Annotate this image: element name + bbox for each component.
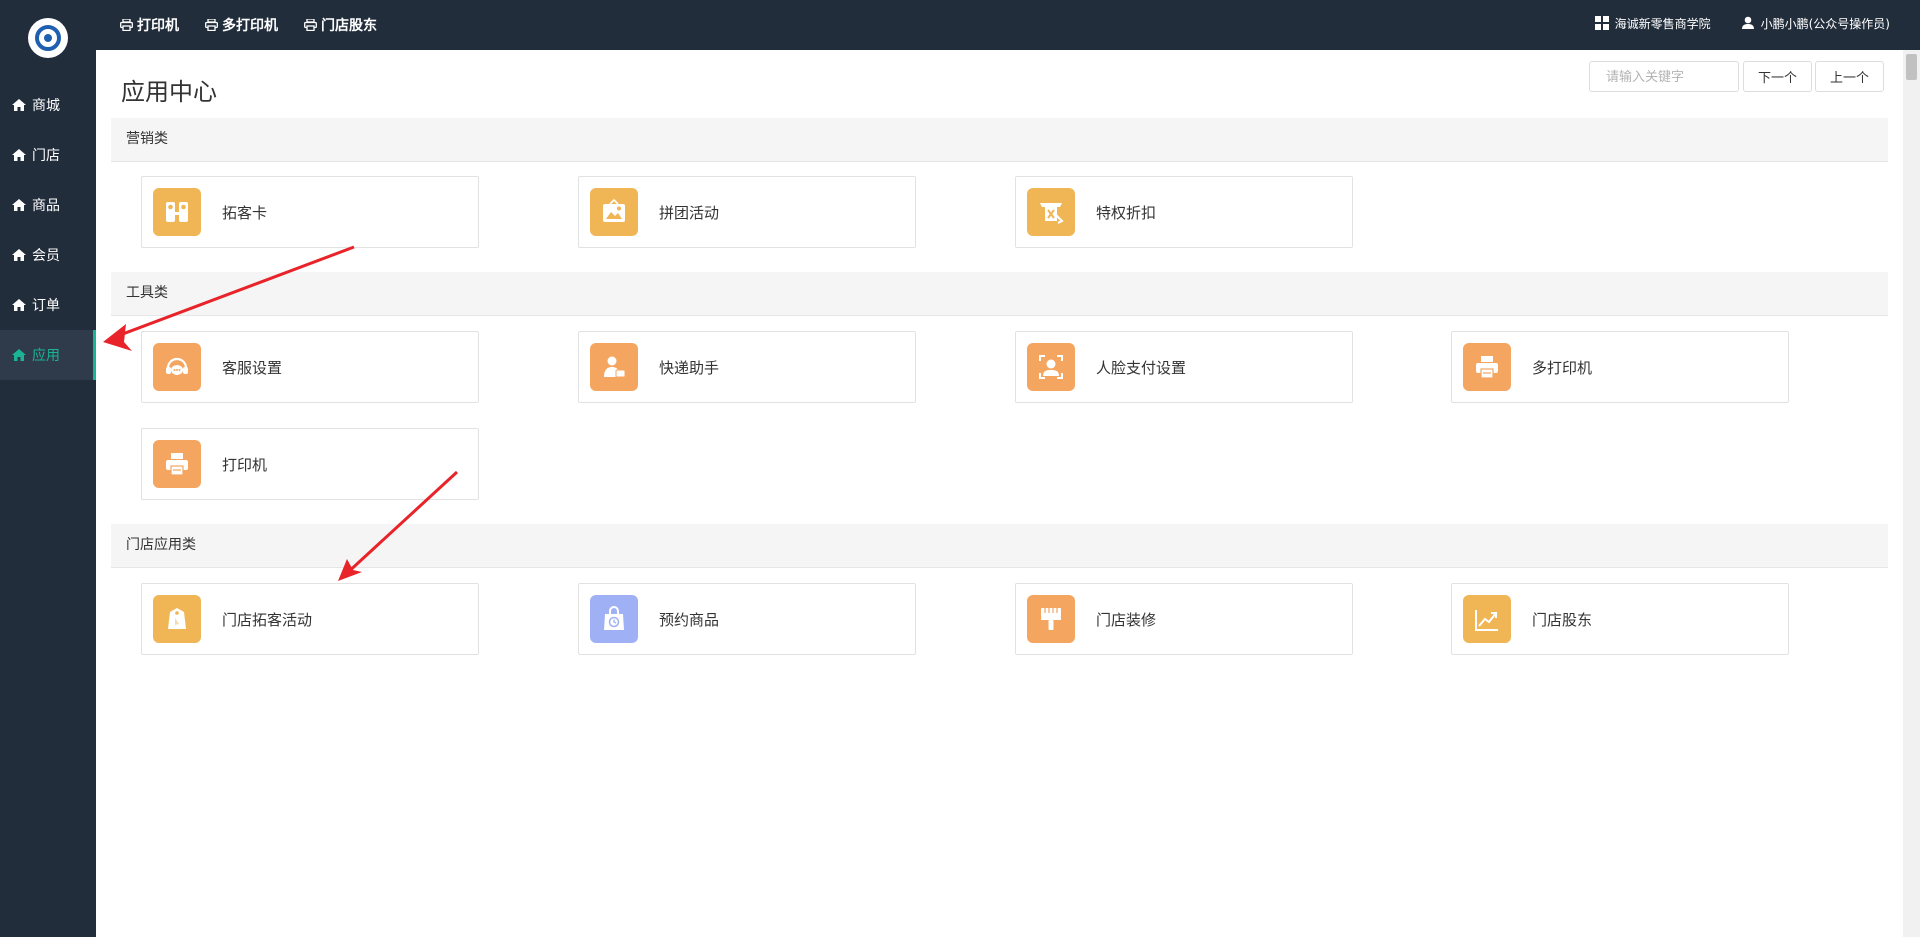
grid-icon: [1594, 16, 1609, 30]
app-label: 打印机: [222, 455, 268, 474]
sidebar-item-label: 门店: [32, 148, 60, 164]
app-card-multi-printer[interactable]: 多打印机: [1451, 331, 1789, 403]
tag-icon: [153, 595, 201, 643]
bag-clock-icon: [590, 595, 638, 643]
app-card-store-tuoke-activity[interactable]: 门店拓客活动: [141, 583, 479, 655]
top-link-multi-printer[interactable]: 多打印机: [205, 15, 278, 35]
app-card-customer-service[interactable]: 客服设置: [141, 331, 479, 403]
printer-icon: [1463, 343, 1511, 391]
top-bar: 打印机 多打印机 门店股东 海诚新零售商学院 小鹏小鹏(公众号操作员): [96, 0, 1920, 50]
home-icon: [12, 199, 26, 211]
top-link-printer[interactable]: 打印机: [120, 15, 179, 35]
app-card-courier-assistant[interactable]: 快递助手: [578, 331, 916, 403]
app-card-face-pay-settings[interactable]: 人脸支付设置: [1015, 331, 1353, 403]
brand-logo[interactable]: [28, 18, 68, 58]
brush-icon: [1027, 595, 1075, 643]
sidebar-item-label: 商品: [32, 198, 60, 214]
app-card-tuoke-card[interactable]: 拓客卡: [141, 176, 479, 248]
app-label: 门店股东: [1532, 610, 1593, 629]
home-icon: [12, 349, 26, 361]
app-card-store-shareholder[interactable]: 门店股东: [1451, 583, 1789, 655]
user-name: 小鹏小鹏(公众号操作员): [1760, 16, 1890, 31]
user-menu[interactable]: 小鹏小鹏(公众号操作员): [1741, 15, 1890, 32]
printer-icon: [304, 19, 317, 31]
scrollbar-track[interactable]: [1903, 50, 1920, 937]
home-icon: [12, 149, 26, 161]
app-label: 门店拓客活动: [222, 610, 313, 629]
app-card-printer[interactable]: 打印机: [141, 428, 479, 500]
home-icon: [12, 99, 26, 111]
customer-service-icon: [153, 343, 201, 391]
app-label: 特权折扣: [1096, 203, 1157, 222]
top-link-label: 打印机: [137, 18, 179, 34]
section-header-marketing: 营销类: [111, 118, 1888, 162]
sidebar-item-label: 商城: [32, 98, 60, 114]
sidebar-item-label: 应用: [32, 348, 60, 364]
page-title: 应用中心: [121, 78, 217, 106]
people-card-icon: [153, 188, 201, 236]
top-link-label: 门店股东: [321, 18, 377, 34]
prev-button[interactable]: 上一个: [1815, 61, 1884, 92]
discount-icon: [1027, 188, 1075, 236]
app-label: 快递助手: [659, 358, 720, 377]
app-card-store-decoration[interactable]: 门店装修: [1015, 583, 1353, 655]
home-icon: [12, 299, 26, 311]
sidebar-item-members[interactable]: 会员: [0, 230, 96, 280]
app-label: 拼团活动: [659, 203, 720, 222]
store-name: 海诚新零售商学院: [1614, 16, 1711, 31]
printer-icon: [153, 440, 201, 488]
top-links: 打印机 多打印机 门店股东: [120, 0, 377, 50]
section-header-tools: 工具类: [111, 272, 1888, 316]
sidebar: 商城 门店 商品 会员 订单 应用: [0, 0, 96, 937]
user-icon: [1741, 16, 1754, 29]
sidebar-item-label: 订单: [32, 298, 60, 314]
sidebar-item-goods[interactable]: 商品: [0, 180, 96, 230]
next-button[interactable]: 下一个: [1743, 61, 1812, 92]
store-switcher[interactable]: 海诚新零售商学院: [1594, 15, 1711, 32]
courier-icon: [590, 343, 638, 391]
sidebar-nav: 商城 门店 商品 会员 订单 应用: [0, 80, 96, 380]
home-icon: [12, 249, 26, 261]
sidebar-item-apps[interactable]: 应用: [0, 330, 96, 380]
printer-icon: [120, 19, 133, 31]
app-label: 拓客卡: [222, 203, 268, 222]
top-link-label: 多打印机: [222, 18, 278, 34]
app-label: 多打印机: [1532, 358, 1593, 377]
sidebar-item-store[interactable]: 门店: [0, 130, 96, 180]
sidebar-item-orders[interactable]: 订单: [0, 280, 96, 330]
face-pay-icon: [1027, 343, 1075, 391]
app-label: 门店装修: [1096, 610, 1157, 629]
printer-icon: [205, 19, 218, 31]
section-header-store-apps: 门店应用类: [111, 524, 1888, 568]
app-label: 人脸支付设置: [1096, 358, 1187, 377]
top-link-store-shareholder[interactable]: 门店股东: [304, 15, 377, 35]
top-right: 海诚新零售商学院 小鹏小鹏(公众号操作员): [1594, 0, 1890, 46]
sidebar-item-mall[interactable]: 商城: [0, 80, 96, 130]
search-input[interactable]: [1589, 61, 1739, 92]
group-photo-icon: [590, 188, 638, 236]
chart-up-icon: [1463, 595, 1511, 643]
app-card-privilege-discount[interactable]: 特权折扣: [1015, 176, 1353, 248]
sidebar-item-label: 会员: [32, 248, 60, 264]
app-card-group-buy[interactable]: 拼团活动: [578, 176, 916, 248]
app-card-reservation-goods[interactable]: 预约商品: [578, 583, 916, 655]
app-label: 预约商品: [659, 610, 720, 629]
app-label: 客服设置: [222, 358, 283, 377]
scrollbar-thumb[interactable]: [1906, 54, 1917, 80]
